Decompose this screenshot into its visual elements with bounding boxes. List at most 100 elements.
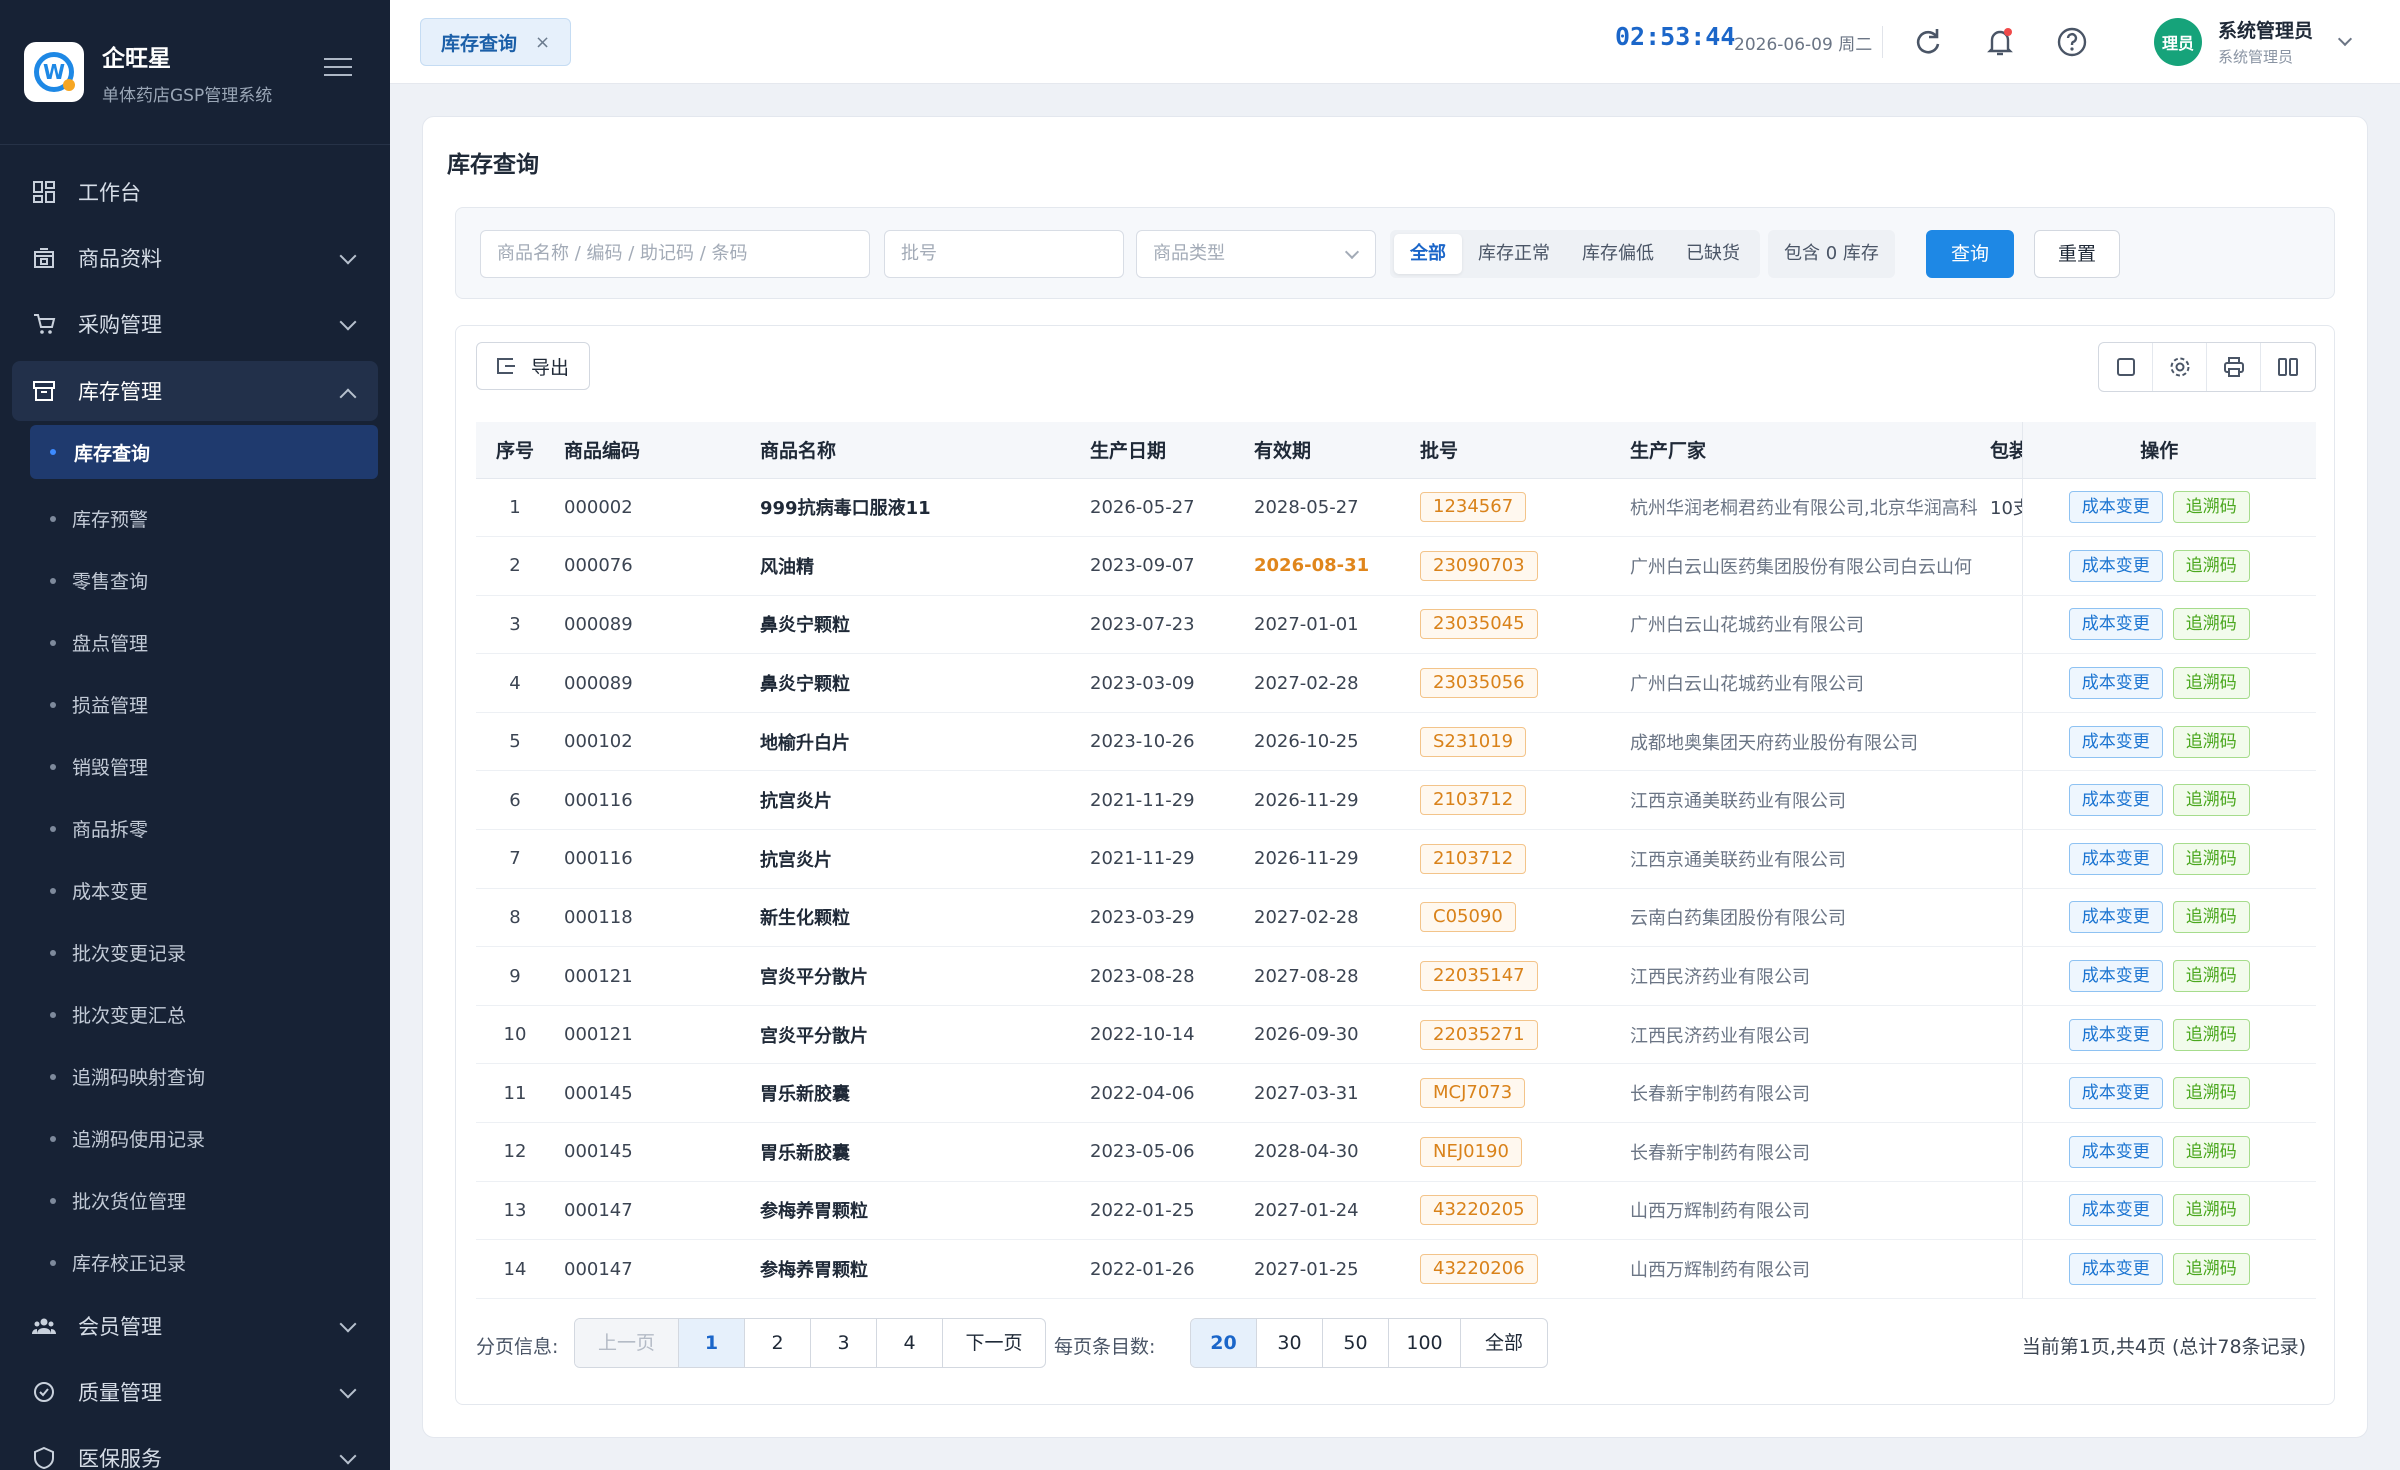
table-row[interactable]: 7 000116 抗宫炎片 2021-11-29 2026-11-29 2103712 江西…: [476, 829, 2316, 889]
close-icon[interactable]: ×: [535, 32, 550, 53]
query-button[interactable]: 查询: [1926, 230, 2014, 278]
column-header[interactable]: 有效期: [1244, 422, 1410, 479]
include-zero-stock-toggle[interactable]: 包含 0 库存: [1768, 230, 1895, 278]
page-size-option[interactable]: 全部: [1461, 1319, 1547, 1367]
table-row[interactable]: 13 000147 参梅养胃颗粒 2022-01-25 2027-01-24 432202…: [476, 1181, 2316, 1241]
column-header[interactable]: 批号: [1410, 422, 1620, 479]
table-row[interactable]: 5 000102 地榆升白片 2023-10-26 2026-10-25 S231019 成…: [476, 712, 2316, 772]
reset-button[interactable]: 重置: [2034, 230, 2120, 278]
sidebar-subitem-trace-mapping[interactable]: 追溯码映射查询: [0, 1045, 390, 1107]
sidebar-subitem-stock-query[interactable]: 库存查询: [30, 425, 378, 479]
product-type-select[interactable]: 商品类型: [1136, 230, 1376, 278]
page-button[interactable]: 4: [877, 1319, 943, 1367]
sidebar-subitem-destroy[interactable]: 销毁管理: [0, 735, 390, 797]
filter-normal[interactable]: 库存正常: [1462, 234, 1566, 274]
cost-change-button[interactable]: 成本变更: [2068, 549, 2163, 582]
trace-code-button[interactable]: 追溯码: [2172, 960, 2250, 993]
filter-low[interactable]: 库存偏低: [1566, 234, 1670, 274]
column-header[interactable]: 生产厂家: [1620, 422, 1980, 479]
search-input[interactable]: 商品名称 / 编码 / 助记码 / 条码: [480, 230, 870, 278]
prev-page-button[interactable]: 上一页: [575, 1319, 679, 1367]
cost-change-button[interactable]: 成本变更: [2068, 1077, 2163, 1110]
sidebar-item-dashboard[interactable]: 工作台: [0, 159, 390, 225]
table-row[interactable]: 12 000145 胃乐新胶囊 2023-05-06 2028-04-30 NEJ0190…: [476, 1122, 2316, 1182]
cost-change-button[interactable]: 成本变更: [2068, 608, 2163, 641]
export-button[interactable]: 导出: [476, 342, 591, 390]
column-header[interactable]: 商品名称: [750, 422, 1080, 479]
column-header[interactable]: 商品编码: [554, 422, 750, 479]
cost-change-button[interactable]: 成本变更: [2068, 784, 2163, 817]
trace-code-button[interactable]: 追溯码: [2172, 1077, 2250, 1110]
sidebar-subitem-stock-alert[interactable]: 库存预警: [0, 487, 390, 549]
table-row[interactable]: 8 000118 新生化颗粒 2023-03-29 2027-02-28 C05090 云南…: [476, 888, 2316, 948]
page-size-option[interactable]: 100: [1389, 1319, 1461, 1367]
next-page-button[interactable]: 下一页: [943, 1319, 1045, 1367]
chevron-down-icon[interactable]: [2337, 31, 2353, 47]
print-icon[interactable]: [2207, 343, 2261, 391]
sidebar-item-members[interactable]: 会员管理: [0, 1293, 390, 1359]
sidebar-item-inventory[interactable]: 库存管理: [12, 361, 378, 421]
sidebar-item-purchase[interactable]: 采购管理: [0, 291, 390, 357]
table-row[interactable]: 11 000145 胃乐新胶囊 2022-04-06 2027-03-31 MCJ7073…: [476, 1063, 2316, 1124]
refresh-icon[interactable]: [1910, 24, 1946, 60]
cost-change-button[interactable]: 成本变更: [2068, 1194, 2163, 1227]
avatar[interactable]: 理员: [2154, 18, 2202, 66]
trace-code-button[interactable]: 追溯码: [2172, 784, 2250, 817]
cost-change-button[interactable]: 成本变更: [2068, 901, 2163, 934]
batch-input[interactable]: 批号: [884, 230, 1124, 278]
fullscreen-icon[interactable]: [2099, 343, 2153, 391]
column-header[interactable]: 生产日期: [1080, 422, 1244, 479]
sidebar-subitem-batch-change-log[interactable]: 批次变更记录: [0, 921, 390, 983]
tab-stock-query[interactable]: 库存查询 ×: [420, 18, 572, 66]
page-size-option[interactable]: 30: [1257, 1319, 1323, 1367]
trace-code-button[interactable]: 追溯码: [2172, 491, 2250, 524]
trace-code-button[interactable]: 追溯码: [2172, 725, 2250, 758]
bell-icon[interactable]: [1982, 24, 2018, 60]
trace-code-button[interactable]: 追溯码: [2172, 1018, 2250, 1051]
cost-change-button[interactable]: 成本变更: [2068, 491, 2163, 524]
cost-change-button[interactable]: 成本变更: [2068, 1253, 2163, 1286]
sidebar-subitem-stock-correction[interactable]: 库存校正记录: [0, 1231, 390, 1293]
page-button[interactable]: 2: [745, 1319, 811, 1367]
sidebar-subitem-batch-change-summary[interactable]: 批次变更汇总: [0, 983, 390, 1045]
sidebar-subitem-trace-usage[interactable]: 追溯码使用记录: [0, 1107, 390, 1169]
page-button[interactable]: 1: [679, 1319, 745, 1367]
trace-code-button[interactable]: 追溯码: [2172, 1135, 2250, 1168]
table-row[interactable]: 6 000116 抗宫炎片 2021-11-29 2026-11-29 2103712 江西…: [476, 770, 2316, 831]
table-row[interactable]: 3 000089 鼻炎宁颗粒 2023-07-23 2027-01-01 23035045…: [476, 595, 2316, 655]
sidebar-item-products[interactable]: 商品资料: [0, 225, 390, 291]
sidebar-subitem-cost-change[interactable]: 成本变更: [0, 859, 390, 921]
cost-change-button[interactable]: 成本变更: [2068, 1135, 2163, 1168]
trace-code-button[interactable]: 追溯码: [2172, 842, 2250, 875]
column-header[interactable]: 包装: [1980, 422, 2022, 479]
table-row[interactable]: 4 000089 鼻炎宁颗粒 2023-03-09 2027-02-28 23035056…: [476, 653, 2316, 713]
sidebar-subitem-batch-location[interactable]: 批次货位管理: [0, 1169, 390, 1231]
sidebar-subitem-split[interactable]: 商品拆零: [0, 797, 390, 859]
trace-code-button[interactable]: 追溯码: [2172, 549, 2250, 582]
cost-change-button[interactable]: 成本变更: [2068, 842, 2163, 875]
trace-code-button[interactable]: 追溯码: [2172, 1253, 2250, 1286]
columns-icon[interactable]: [2261, 343, 2315, 391]
cost-change-button[interactable]: 成本变更: [2068, 725, 2163, 758]
page-size-option[interactable]: 20: [1191, 1319, 1257, 1367]
filter-all[interactable]: 全部: [1394, 234, 1462, 274]
filter-out-of-stock[interactable]: 已缺货: [1670, 234, 1756, 274]
help-icon[interactable]: [2054, 24, 2090, 60]
table-row[interactable]: 2 000076 风油精 2023-09-07 2026-08-31 23090703 广州…: [476, 536, 2316, 596]
page-button[interactable]: 3: [811, 1319, 877, 1367]
trace-code-button[interactable]: 追溯码: [2172, 667, 2250, 700]
table-row[interactable]: 14 000147 参梅养胃颗粒 2022-01-26 2027-01-25 432202…: [476, 1239, 2316, 1299]
sidebar-subitem-stocktake[interactable]: 盘点管理: [0, 611, 390, 673]
sidebar-subitem-retail-query[interactable]: 零售查询: [0, 549, 390, 611]
sidebar-item-insurance[interactable]: 医保服务: [0, 1425, 390, 1470]
table-row[interactable]: 10 000121 宫炎平分散片 2022-10-14 2026-09-30 220352…: [476, 1005, 2316, 1065]
sidebar-item-quality[interactable]: 质量管理: [0, 1359, 390, 1425]
table-row[interactable]: 1 000002 999抗病毒口服液11 2026-05-27 2028-05-27 12…: [476, 478, 2316, 538]
settings-icon[interactable]: [2153, 343, 2207, 391]
menu-collapse-icon[interactable]: [324, 58, 352, 80]
user-name[interactable]: 系统管理员: [2218, 16, 2313, 43]
sidebar-subitem-profit-loss[interactable]: 损益管理: [0, 673, 390, 735]
trace-code-button[interactable]: 追溯码: [2172, 1194, 2250, 1227]
cost-change-button[interactable]: 成本变更: [2068, 667, 2163, 700]
trace-code-button[interactable]: 追溯码: [2172, 608, 2250, 641]
